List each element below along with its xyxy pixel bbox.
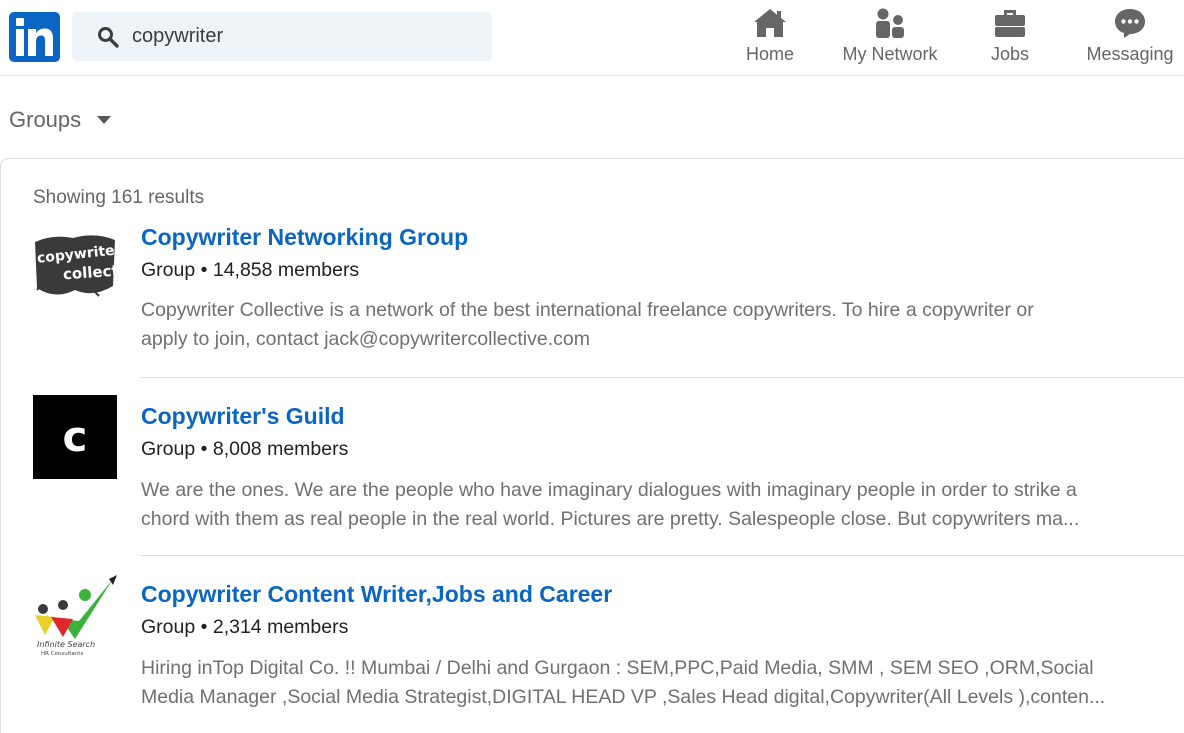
search-input[interactable] xyxy=(132,12,482,61)
result-title-link[interactable]: Copywriter Networking Group xyxy=(141,224,468,251)
home-icon xyxy=(754,9,786,37)
filter-dropdown[interactable]: Groups xyxy=(9,103,112,137)
result-title-link[interactable]: Copywriter Content Writer,Jobs and Caree… xyxy=(141,581,612,608)
result-divider xyxy=(141,377,1184,378)
result-divider xyxy=(141,555,1184,556)
linkedin-logo-icon xyxy=(16,18,53,56)
network-icon xyxy=(876,8,904,38)
nav-jobs-label: Jobs xyxy=(990,44,1030,64)
result-meta: Group • 8,008 members xyxy=(141,438,349,460)
result-description-line: Copywriter Collective is a network of th… xyxy=(141,299,1034,321)
chat-icon xyxy=(1115,9,1145,38)
group-logo-copywriter-collective[interactable]: copywriter collective xyxy=(33,226,117,310)
nav-home-label: Home xyxy=(745,44,794,64)
nav-my-network[interactable]: My Network xyxy=(835,0,945,76)
briefcase-icon xyxy=(995,10,1025,37)
nav-network-label: My Network xyxy=(842,44,938,64)
result-title-link[interactable]: Copywriter's Guild xyxy=(141,403,345,430)
linkedin-logo[interactable] xyxy=(9,12,60,62)
nav-jobs[interactable]: Jobs xyxy=(982,0,1038,76)
group-logo-infinite-search[interactable]: Infinite Search HR Consultants xyxy=(33,573,117,657)
result-description-line: Media Manager ,Social Media Strategist,D… xyxy=(141,686,1106,708)
result-description-line: chord with them as real people in the re… xyxy=(141,508,1080,530)
nav-home[interactable]: Home xyxy=(740,0,800,76)
result-description-line: We are the ones. We are the people who h… xyxy=(141,479,1077,501)
group-logo-text: Infinite Search xyxy=(37,640,95,649)
result-meta: Group • 2,314 members xyxy=(141,616,349,638)
search-box[interactable] xyxy=(72,12,492,61)
caret-down-icon xyxy=(97,116,112,124)
top-nav-bar: Home My Network Jobs Messaging xyxy=(0,0,1184,76)
result-description: Hiring inTop Digital Co. !! Mumbai / Del… xyxy=(141,654,1156,712)
nav-messaging[interactable]: Messaging xyxy=(1082,0,1178,76)
result-description-line: apply to join, contact jack@copywriterco… xyxy=(141,328,590,350)
group-logo-text: c xyxy=(63,412,88,461)
group-logo-copywriters-guild[interactable]: c xyxy=(33,395,117,479)
result-description-line: Hiring inTop Digital Co. !! Mumbai / Del… xyxy=(141,657,1094,679)
results-count: Showing 161 results xyxy=(33,187,205,208)
group-logo-text: HR Consultants xyxy=(41,651,83,657)
nav-messaging-label: Messaging xyxy=(1086,44,1174,64)
result-description: Copywriter Collective is a network of th… xyxy=(141,296,1156,354)
result-description: We are the ones. We are the people who h… xyxy=(141,476,1156,534)
result-meta: Group • 14,858 members xyxy=(141,259,360,281)
filter-label: Groups xyxy=(9,107,82,132)
search-icon xyxy=(98,27,119,48)
